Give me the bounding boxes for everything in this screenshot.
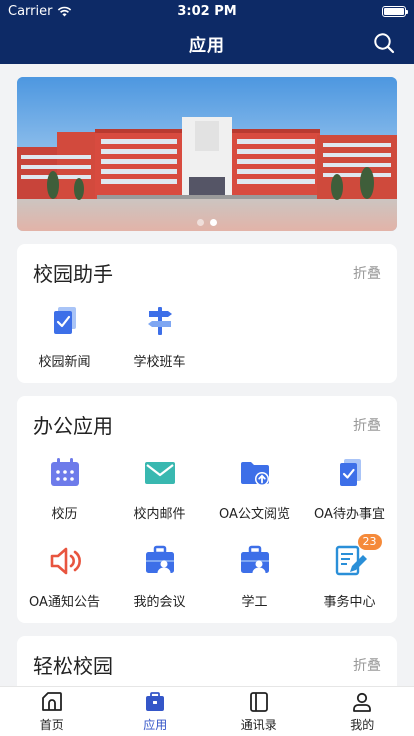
- tab-home[interactable]: 首页: [0, 687, 104, 736]
- app-calendar[interactable]: 校历: [17, 443, 112, 531]
- header: 应用: [0, 22, 414, 64]
- app-label: OA公文阅览: [219, 507, 290, 522]
- section-title: 轻松校园: [33, 654, 113, 678]
- section-easy-campus: 轻松校园 折叠: [17, 636, 397, 686]
- carousel-dots: [17, 219, 397, 226]
- tab-label: 我的: [350, 718, 375, 732]
- section-title: 办公应用: [33, 414, 113, 438]
- app-campus-mail[interactable]: 校内邮件: [112, 443, 207, 531]
- tab-apps[interactable]: 应用: [104, 687, 208, 736]
- app-label: 校内邮件: [133, 507, 186, 522]
- folder-upload-icon: [240, 462, 269, 486]
- app-student-affairs[interactable]: 学工: [207, 531, 302, 619]
- app-my-meetings[interactable]: 我的会议: [112, 531, 207, 619]
- app-label: 我的会议: [133, 595, 186, 610]
- todo-check-icon: [339, 459, 361, 486]
- briefcase-user-icon: [240, 545, 269, 573]
- app-label: 学工: [241, 595, 268, 610]
- battery-icon: [382, 5, 408, 17]
- app-campus-news[interactable]: 校园新闻: [17, 291, 112, 379]
- app-label: 事务中心: [323, 595, 376, 610]
- tab-label: 通讯录: [240, 718, 277, 732]
- app-label: OA待办事宜: [314, 507, 385, 522]
- speaker-icon: [50, 547, 81, 575]
- search-icon[interactable]: [372, 31, 396, 55]
- main-content: 校园助手 折叠 校园新闻 学校班车 办公应用 折叠 校历 校内邮件 OA公文阅览…: [0, 64, 414, 686]
- news-icon: [53, 307, 76, 334]
- user-icon: [353, 692, 372, 712]
- contacts-book-icon: [249, 692, 268, 712]
- tab-me[interactable]: 我的: [311, 687, 414, 736]
- fold-button[interactable]: 折叠: [353, 415, 381, 435]
- tab-contacts[interactable]: 通讯录: [207, 687, 311, 736]
- mail-icon: [144, 462, 175, 484]
- tab-bar: 首页 应用 通讯录 我的: [0, 686, 414, 736]
- carousel-dot-1[interactable]: [197, 219, 204, 226]
- campus-photo: [17, 77, 397, 231]
- wifi-icon: [58, 6, 72, 16]
- app-service-center[interactable]: 23 事务中心: [302, 531, 397, 619]
- calendar-icon: [50, 458, 79, 486]
- home-icon: [41, 692, 62, 711]
- app-oa-notice[interactable]: OA通知公告: [17, 531, 112, 619]
- section-campus-assistant: 校园助手 折叠 校园新闻 学校班车: [17, 244, 397, 383]
- carrier-label: Carrier: [8, 3, 53, 19]
- app-label: OA通知公告: [29, 595, 100, 610]
- fold-button[interactable]: 折叠: [353, 655, 381, 675]
- signpost-icon: [147, 307, 172, 335]
- briefcase-user-icon: [145, 545, 174, 573]
- tab-label: 首页: [39, 718, 64, 732]
- page-title: 应用: [189, 35, 225, 56]
- tab-label: 应用: [143, 718, 168, 732]
- app-label: 校历: [51, 507, 78, 522]
- section-office-apps: 办公应用 折叠 校历 校内邮件 OA公文阅览 OA待办事宜 OA通知公告 我的会…: [17, 396, 397, 623]
- campus-banner[interactable]: [17, 77, 397, 231]
- section-title: 校园助手: [33, 262, 113, 286]
- fold-button[interactable]: 折叠: [353, 263, 381, 283]
- apps-briefcase-icon: [146, 692, 165, 711]
- carousel-dot-2[interactable]: [210, 219, 217, 226]
- status-bar: Carrier 3:02 PM: [0, 0, 414, 22]
- app-school-bus[interactable]: 学校班车: [112, 291, 207, 379]
- app-label: 学校班车: [133, 355, 186, 370]
- app-oa-todo[interactable]: OA待办事宜: [302, 443, 397, 531]
- app-label: 校园新闻: [38, 355, 91, 370]
- app-oa-document-reading[interactable]: OA公文阅览: [207, 443, 302, 531]
- notification-badge: 23: [357, 534, 382, 550]
